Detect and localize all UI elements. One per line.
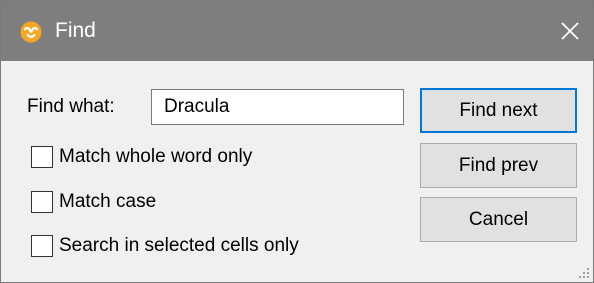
selected-cells-only-checkbox[interactable] bbox=[31, 235, 53, 257]
find-what-input[interactable] bbox=[151, 89, 404, 125]
selected-cells-only-label: Search in selected cells only bbox=[59, 235, 299, 256]
resize-grip-icon[interactable] bbox=[577, 266, 591, 280]
match-case-option[interactable]: Match case bbox=[31, 188, 156, 216]
cancel-button[interactable]: Cancel bbox=[420, 197, 577, 242]
match-whole-word-checkbox[interactable] bbox=[31, 146, 53, 168]
find-next-button[interactable]: Find next bbox=[420, 88, 577, 133]
find-dialog: Find Find what: Match whole word only Ma… bbox=[0, 0, 594, 283]
altova-app-icon bbox=[20, 21, 42, 43]
selected-cells-only-option[interactable]: Search in selected cells only bbox=[31, 232, 299, 260]
window-title: Find bbox=[55, 19, 96, 42]
match-whole-word-option[interactable]: Match whole word only bbox=[31, 143, 252, 171]
close-button[interactable] bbox=[547, 1, 593, 61]
close-icon bbox=[561, 22, 579, 40]
match-case-label: Match case bbox=[59, 191, 157, 212]
find-what-label: Find what: bbox=[27, 96, 115, 117]
title-bar[interactable]: Find bbox=[1, 1, 593, 61]
match-case-checkbox[interactable] bbox=[31, 191, 53, 213]
match-whole-word-label: Match whole word only bbox=[59, 146, 253, 167]
find-prev-button[interactable]: Find prev bbox=[420, 143, 577, 188]
